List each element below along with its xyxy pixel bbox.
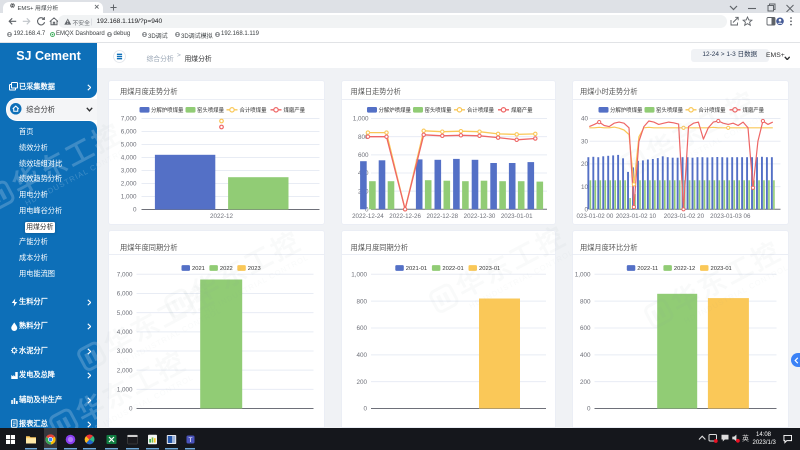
- svg-text:英: 英: [742, 434, 749, 443]
- svg-text:T: T: [189, 437, 193, 444]
